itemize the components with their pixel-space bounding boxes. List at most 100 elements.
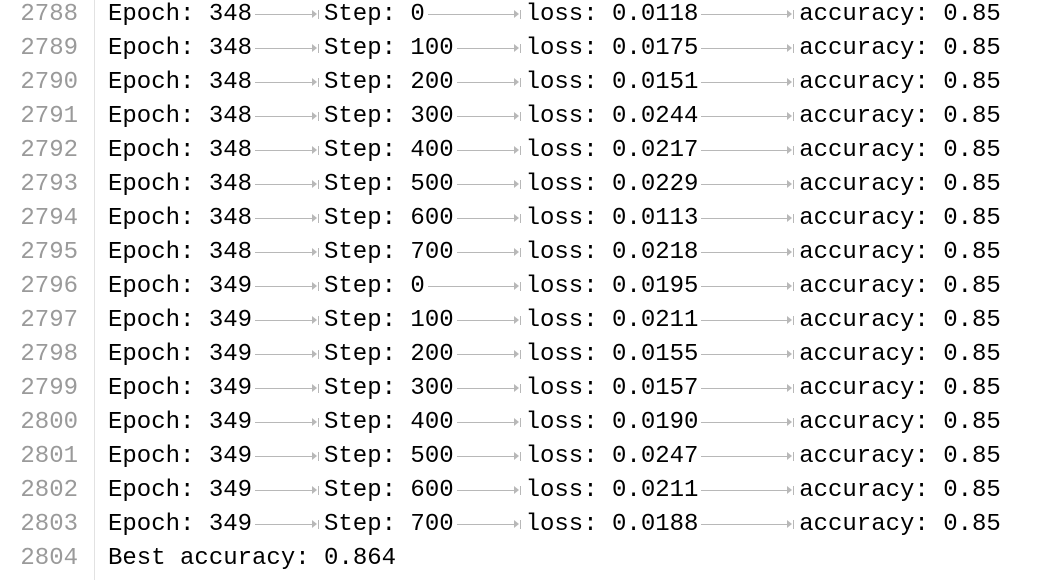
log-epoch-field: Epoch: 348 — [108, 171, 253, 198]
log-step-field: Step: 200 — [324, 341, 454, 368]
log-step-field: Step: 100 — [324, 35, 454, 62]
tab-arrow-icon — [427, 10, 521, 19]
log-line[interactable]: 2799 Epoch: 349 Step: 300 loss: 0.0157 accur… — [0, 374, 1060, 408]
editor-lines: 2788 Epoch: 348 Step: 0 loss: 0.0118 accurac… — [0, 0, 1060, 578]
tab-arrow-icon — [701, 248, 795, 257]
log-line[interactable]: 2795 Epoch: 348 Step: 700 loss: 0.0218 accur… — [0, 238, 1060, 272]
log-acc-field: accuracy: 0.85 — [799, 409, 1001, 436]
tab-arrow-icon — [255, 486, 319, 495]
log-step-field: Step: 600 — [324, 477, 454, 504]
tab-arrow-icon — [456, 180, 521, 189]
line-number: 2790 — [20, 69, 78, 96]
tab-arrow-icon — [456, 248, 521, 257]
log-loss-field: loss: 0.0211 — [525, 477, 699, 504]
tab-arrow-icon — [255, 452, 319, 461]
tab-arrow-icon — [701, 384, 795, 393]
tab-arrow-icon — [701, 350, 795, 359]
log-epoch-field: Epoch: 349 — [108, 273, 253, 300]
log-epoch-field: Epoch: 349 — [108, 477, 253, 504]
log-epoch-field: Epoch: 349 — [108, 409, 253, 436]
best-accuracy-text: Best accuracy: 0.864 — [108, 545, 397, 572]
log-line[interactable]: 2789 Epoch: 348 Step: 100 loss: 0.0175 accur… — [0, 34, 1060, 68]
log-line[interactable]: 2802 Epoch: 349 Step: 600 loss: 0.0211 accur… — [0, 476, 1060, 510]
line-number: 2799 — [20, 375, 78, 402]
text-editor[interactable]: 2788 Epoch: 348 Step: 0 loss: 0.0118 accurac… — [0, 0, 1060, 580]
tab-arrow-icon — [456, 112, 521, 121]
log-step-field: Step: 0 — [324, 273, 425, 300]
log-acc-field: accuracy: 0.85 — [799, 171, 1001, 198]
log-line[interactable]: 2790 Epoch: 348 Step: 200 loss: 0.0151 accur… — [0, 68, 1060, 102]
tab-arrow-icon — [255, 44, 319, 53]
log-line[interactable]: 2788 Epoch: 348 Step: 0 loss: 0.0118 accurac… — [0, 0, 1060, 34]
log-step-field: Step: 700 — [324, 239, 454, 266]
line-number: 2788 — [20, 1, 78, 28]
line-number: 2795 — [20, 239, 78, 266]
log-line[interactable]: 2797 Epoch: 349 Step: 100 loss: 0.0211 accur… — [0, 306, 1060, 340]
tab-arrow-icon — [456, 384, 521, 393]
log-line[interactable]: 2792 Epoch: 348 Step: 400 loss: 0.0217 accur… — [0, 136, 1060, 170]
tab-arrow-icon — [255, 78, 319, 87]
log-acc-field: accuracy: 0.85 — [799, 137, 1001, 164]
log-epoch-field: Epoch: 348 — [108, 137, 253, 164]
tab-arrow-icon — [701, 452, 795, 461]
log-step-field: Step: 0 — [324, 1, 425, 28]
tab-arrow-icon — [456, 316, 521, 325]
tab-arrow-icon — [255, 248, 319, 257]
log-acc-field: accuracy: 0.85 — [799, 511, 1001, 538]
log-loss-field: loss: 0.0118 — [525, 1, 699, 28]
tab-arrow-icon — [255, 282, 319, 291]
line-number: 2802 — [20, 477, 78, 504]
log-step-field: Step: 400 — [324, 137, 454, 164]
log-loss-field: loss: 0.0247 — [525, 443, 699, 470]
log-acc-field: accuracy: 0.85 — [799, 1, 1001, 28]
log-acc-field: accuracy: 0.85 — [799, 273, 1001, 300]
line-number: 2792 — [20, 137, 78, 164]
log-line[interactable]: 2800 Epoch: 349 Step: 400 loss: 0.0190 accur… — [0, 408, 1060, 442]
line-number: 2796 — [20, 273, 78, 300]
line-number: 2797 — [20, 307, 78, 334]
tab-arrow-icon — [456, 78, 521, 87]
log-loss-field: loss: 0.0175 — [525, 35, 699, 62]
line-number: 2793 — [20, 171, 78, 198]
log-epoch-field: Epoch: 348 — [108, 1, 253, 28]
log-loss-field: loss: 0.0113 — [525, 205, 699, 232]
log-step-field: Step: 300 — [324, 103, 454, 130]
log-acc-field: accuracy: 0.85 — [799, 341, 1001, 368]
log-acc-field: accuracy: 0.85 — [799, 205, 1001, 232]
tab-arrow-icon — [255, 418, 319, 427]
tab-arrow-icon — [456, 146, 521, 155]
log-acc-field: accuracy: 0.85 — [799, 239, 1001, 266]
tab-arrow-icon — [701, 146, 795, 155]
tab-arrow-icon — [456, 214, 521, 223]
tab-arrow-icon — [255, 112, 319, 121]
tab-arrow-icon — [255, 180, 319, 189]
tab-arrow-icon — [701, 418, 795, 427]
log-line[interactable]: 2803 Epoch: 349 Step: 700 loss: 0.0188 accur… — [0, 510, 1060, 544]
tab-arrow-icon — [701, 10, 795, 19]
log-loss-field: loss: 0.0155 — [525, 341, 699, 368]
tab-arrow-icon — [456, 418, 521, 427]
log-line[interactable]: 2798 Epoch: 349 Step: 200 loss: 0.0155 accur… — [0, 340, 1060, 374]
log-epoch-field: Epoch: 348 — [108, 239, 253, 266]
log-acc-field: accuracy: 0.85 — [799, 69, 1001, 96]
log-line[interactable]: 2794 Epoch: 348 Step: 600 loss: 0.0113 accur… — [0, 204, 1060, 238]
log-step-field: Step: 500 — [324, 171, 454, 198]
log-epoch-field: Epoch: 348 — [108, 103, 253, 130]
log-step-field: Step: 700 — [324, 511, 454, 538]
log-line[interactable]: 2793 Epoch: 348 Step: 500 loss: 0.0229 accur… — [0, 170, 1060, 204]
log-line-final[interactable]: 2804 Best accuracy: 0.864 — [0, 544, 1060, 578]
log-loss-field: loss: 0.0217 — [525, 137, 699, 164]
log-line[interactable]: 2791 Epoch: 348 Step: 300 loss: 0.0244 accur… — [0, 102, 1060, 136]
log-acc-field: accuracy: 0.85 — [799, 103, 1001, 130]
log-line[interactable]: 2801 Epoch: 349 Step: 500 loss: 0.0247 accur… — [0, 442, 1060, 476]
tab-arrow-icon — [456, 44, 521, 53]
log-acc-field: accuracy: 0.85 — [799, 35, 1001, 62]
tab-arrow-icon — [701, 214, 795, 223]
log-line[interactable]: 2796 Epoch: 349 Step: 0 loss: 0.0195 accurac… — [0, 272, 1060, 306]
tab-arrow-icon — [427, 282, 521, 291]
tab-arrow-icon — [456, 486, 521, 495]
tab-arrow-icon — [456, 452, 521, 461]
log-loss-field: loss: 0.0157 — [525, 375, 699, 402]
tab-arrow-icon — [255, 214, 319, 223]
log-epoch-field: Epoch: 349 — [108, 511, 253, 538]
